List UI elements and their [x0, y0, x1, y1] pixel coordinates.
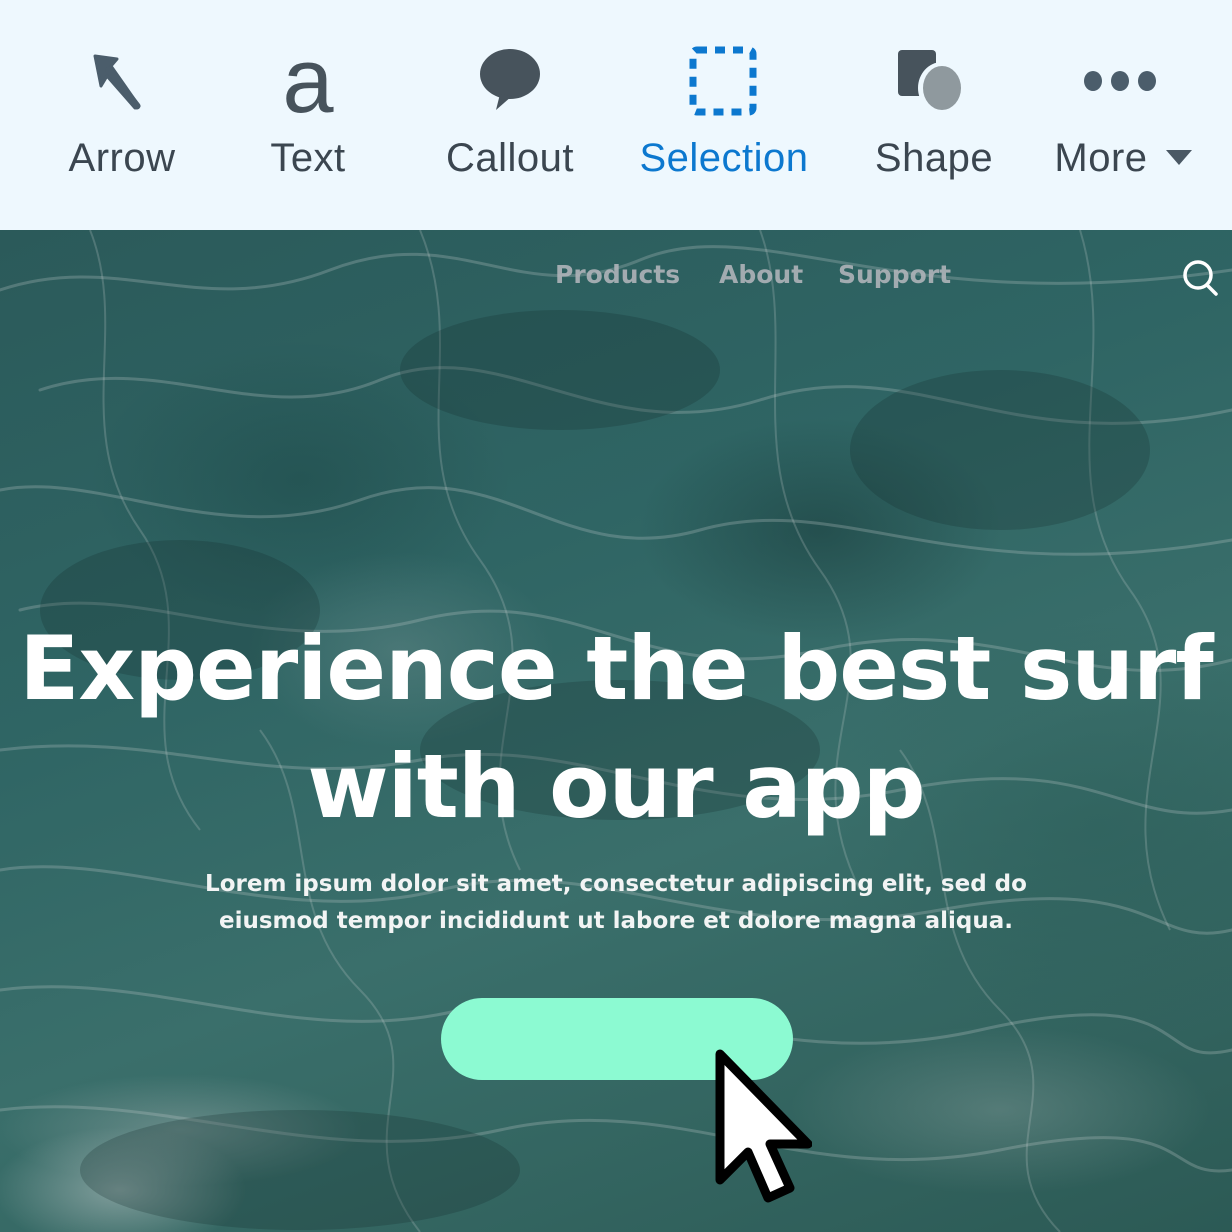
tool-selection-label: Selection	[639, 136, 809, 180]
website-preview: Products About Support Experience the be…	[0, 230, 1232, 1232]
annotation-toolbar: Arrow a Text Callout Selection Shape Mor…	[0, 0, 1232, 230]
nav-link-products[interactable]: Products	[555, 260, 680, 289]
chevron-down-icon	[1165, 149, 1192, 165]
tool-callout-label: Callout	[445, 136, 574, 180]
arrow-icon	[87, 40, 157, 122]
nav-link-support[interactable]: Support	[838, 260, 951, 289]
tool-text[interactable]: a Text	[258, 30, 358, 190]
mouse-pointer-icon	[715, 1049, 812, 1203]
hero-subtext-line2: eiusmod tempor incididunt ut labore et d…	[218, 908, 1014, 934]
hero-subtext: Lorem ipsum dolor sit amet, consectetur …	[0, 866, 1232, 940]
tool-more-label: More	[1054, 136, 1192, 181]
tool-shape-label: Shape	[874, 136, 994, 180]
text-icon: a	[282, 30, 334, 132]
tool-callout[interactable]: Callout	[440, 40, 580, 190]
search-icon[interactable]	[1180, 258, 1220, 298]
tool-arrow-label: Arrow	[68, 136, 176, 180]
callout-icon	[474, 40, 546, 122]
tool-more[interactable]: More	[1048, 40, 1198, 190]
tool-text-label: Text	[270, 136, 346, 180]
tool-arrow[interactable]: Arrow	[62, 40, 182, 190]
nav-link-about[interactable]: About	[719, 260, 803, 289]
more-icon	[1078, 40, 1168, 122]
hero-headline-line1: Experience the best surf	[19, 617, 1213, 720]
hero-subtext-line1: Lorem ipsum dolor sit amet, consectetur …	[205, 871, 1027, 897]
more-label-text: More	[1054, 136, 1148, 180]
text-icon-glyph: a	[282, 30, 334, 132]
hero-headline-line2: with our app	[307, 735, 925, 838]
tool-shape[interactable]: Shape	[870, 40, 998, 190]
shape-icon	[894, 40, 974, 122]
selection-icon	[689, 40, 759, 122]
tool-selection[interactable]: Selection	[632, 40, 816, 190]
hero-headline: Experience the best surf with our app	[0, 610, 1232, 846]
